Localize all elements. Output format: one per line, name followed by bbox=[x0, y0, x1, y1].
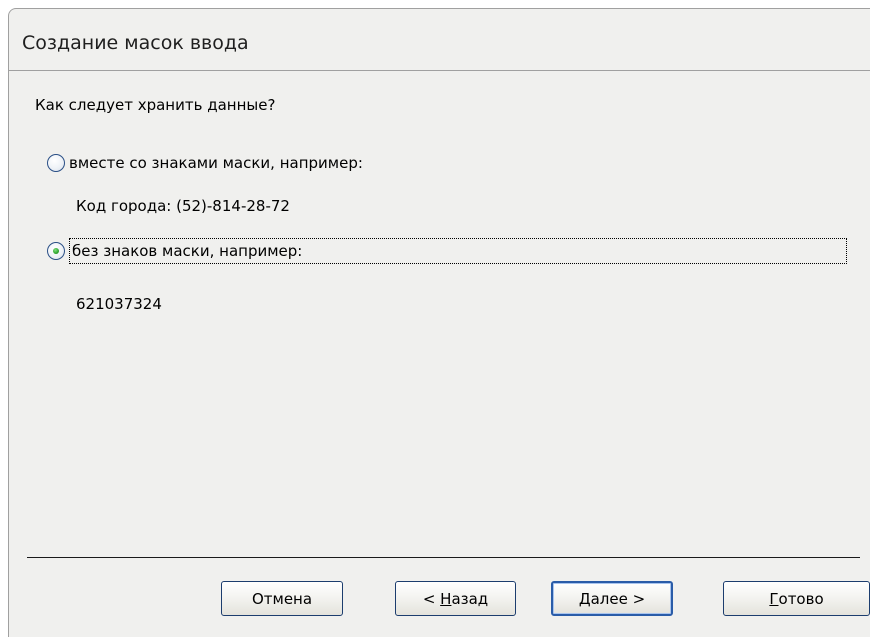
back-button-accelerator: Н bbox=[440, 589, 452, 608]
button-area-divider bbox=[27, 557, 860, 558]
input-mask-wizard-dialog: Создание масок ввода Как следует хранить… bbox=[8, 8, 870, 637]
option-without-mask-symbols[interactable]: без знаков маски, например: bbox=[47, 238, 847, 264]
cancel-button-label: Отмена bbox=[251, 589, 313, 608]
next-button-rest: алее > bbox=[590, 589, 646, 608]
title-bar: Создание масок ввода bbox=[9, 9, 870, 71]
finish-button-label: Готово bbox=[769, 590, 823, 608]
dialog-title: Создание масок ввода bbox=[22, 32, 249, 54]
back-button-rest: азад bbox=[451, 589, 489, 608]
back-button-prefix: < bbox=[422, 589, 441, 608]
option-with-mask-symbols-example: Код города: (52)-814-28-72 bbox=[76, 197, 290, 215]
screen: Создание масок ввода Как следует хранить… bbox=[0, 0, 870, 637]
back-button[interactable]: < Назад bbox=[395, 581, 516, 616]
finish-button-accelerator: Г bbox=[769, 589, 779, 608]
back-button-label: < Назад bbox=[423, 590, 488, 608]
storage-question-label: Как следует хранить данные? bbox=[35, 96, 276, 114]
option-with-mask-symbols[interactable]: вместе со знаками маски, например: bbox=[47, 150, 467, 176]
next-button-label: Далее > bbox=[579, 590, 645, 608]
radio-selected-icon[interactable] bbox=[47, 242, 65, 260]
radio-unselected-icon[interactable] bbox=[47, 154, 65, 172]
next-button[interactable]: Далее > bbox=[551, 581, 673, 616]
radio-dot-icon bbox=[53, 248, 59, 254]
next-button-accelerator: Д bbox=[578, 589, 591, 608]
option-without-mask-symbols-example: 621037324 bbox=[76, 295, 162, 313]
cancel-button[interactable]: Отмена bbox=[221, 581, 343, 616]
option-with-mask-symbols-label[interactable]: вместе со знаками маски, например: bbox=[69, 151, 363, 175]
finish-button-rest: отово bbox=[778, 589, 824, 608]
option-without-mask-symbols-label[interactable]: без знаков маски, например: bbox=[69, 238, 847, 264]
finish-button[interactable]: Готово bbox=[723, 581, 870, 616]
